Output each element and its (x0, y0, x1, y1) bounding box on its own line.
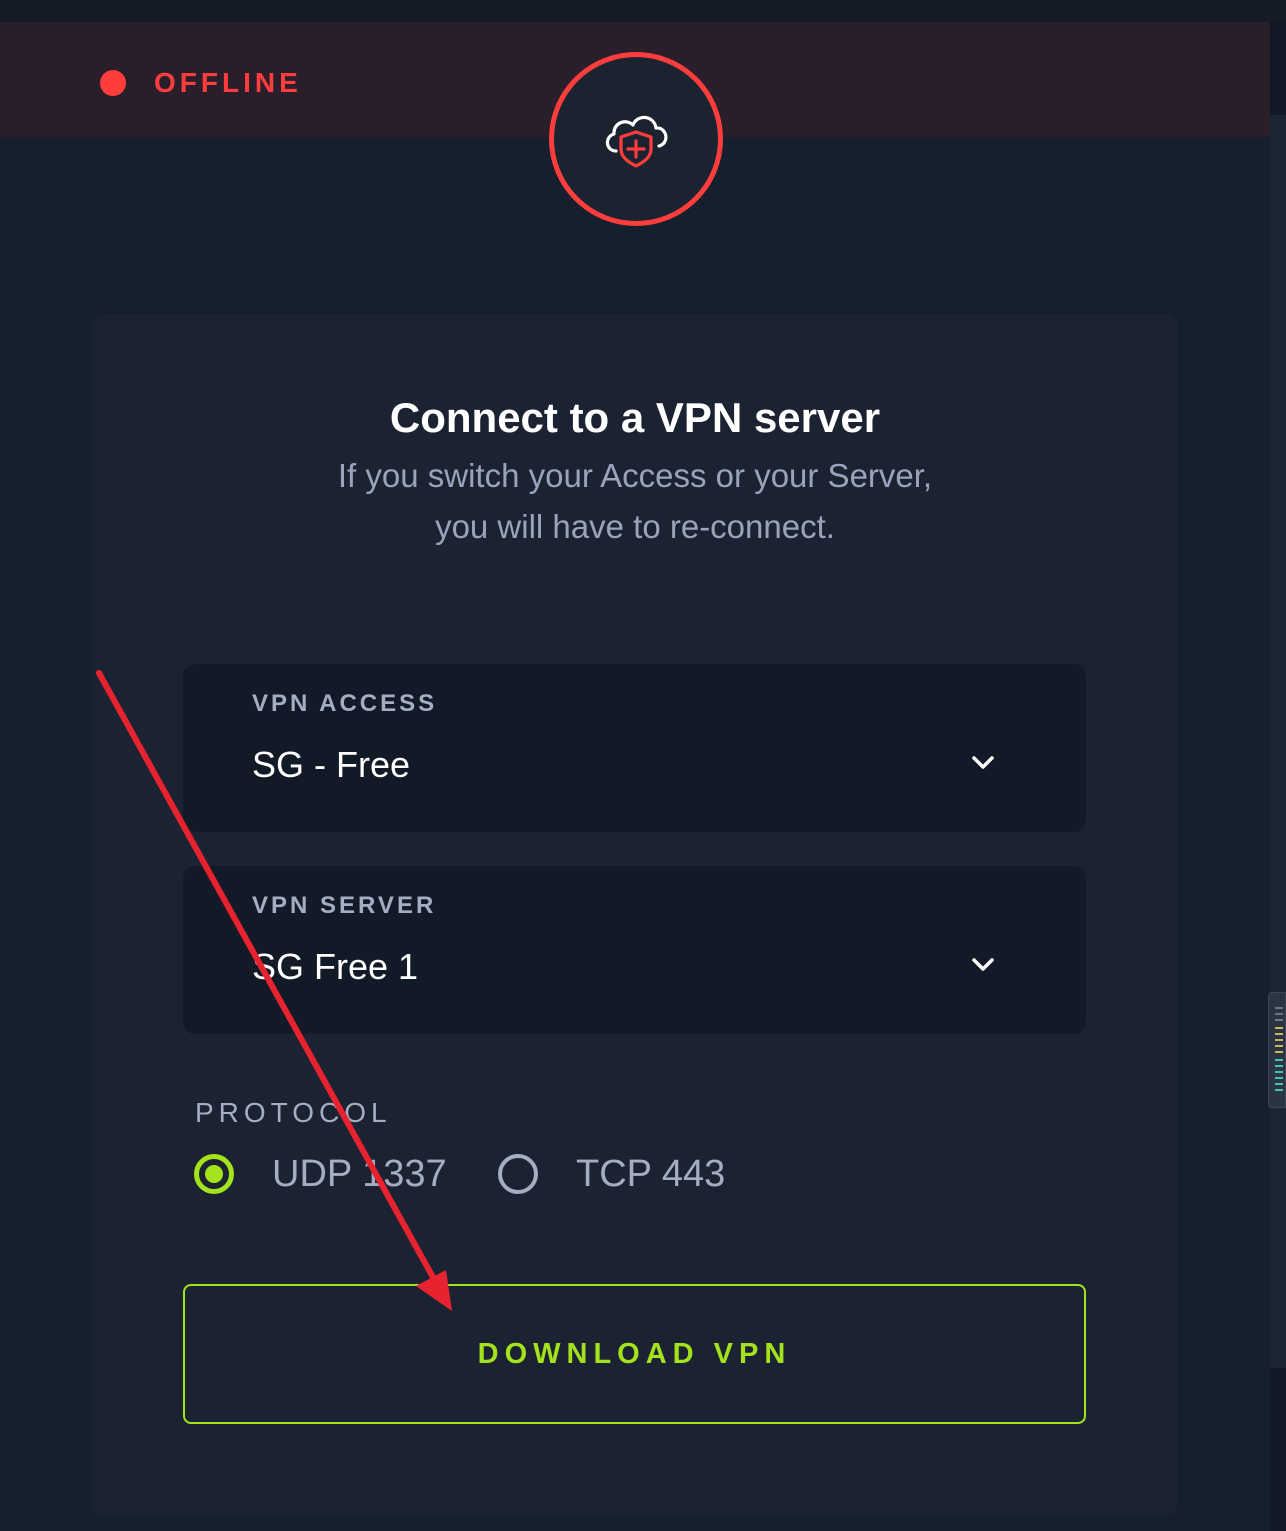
subtitle-line-2: you will have to re-connect. (435, 508, 835, 545)
vpn-access-value: SG - Free (252, 744, 411, 785)
download-vpn-button[interactable]: DOWNLOAD VPN (183, 1284, 1086, 1424)
offline-status-dot (100, 70, 126, 96)
radio-selected-icon (194, 1154, 234, 1194)
protocol-udp-label: UDP 1337 (272, 1152, 447, 1195)
connection-status: OFFLINE (154, 67, 302, 98)
cloud-shield-plus-icon (605, 115, 668, 168)
chevron-down-icon (972, 958, 994, 971)
card-title: Connect to a VPN server (389, 394, 881, 441)
vpn-server-label: VPN SERVER (252, 892, 437, 919)
chevron-down-icon (972, 756, 994, 769)
download-vpn-label: DOWNLOAD VPN (477, 1337, 792, 1370)
vpn-panel: OFFLINE Connect to a VPN server If you s… (0, 22, 1270, 1531)
card-subtitle: If you switch your Access or your Server… (285, 450, 985, 552)
vpn-server-value: SG Free 1 (252, 946, 419, 987)
protocol-tcp-label: TCP 443 (576, 1152, 726, 1195)
vpn-access-label: VPN ACCESS (252, 690, 438, 717)
vpn-server-select[interactable]: VPN SERVER SG Free 1 (183, 866, 1086, 1034)
subtitle-line-1: If you switch your Access or your Server… (337, 457, 933, 494)
protocol-tcp-radio[interactable]: TCP 443 (498, 1146, 725, 1202)
protocol-udp-radio[interactable]: UDP 1337 (194, 1146, 447, 1202)
window-top-strip (0, 0, 1286, 22)
scrollbar-handle[interactable] (1268, 992, 1286, 1108)
protocol-label: PROTOCOL (195, 1097, 392, 1128)
radio-unselected-icon (498, 1154, 538, 1194)
connect-card: Connect to a VPN server If you switch yo… (92, 314, 1178, 1516)
vpn-logo (549, 52, 723, 226)
vpn-access-select[interactable]: VPN ACCESS SG - Free (183, 664, 1086, 832)
scrollbar-track (1270, 115, 1286, 1368)
